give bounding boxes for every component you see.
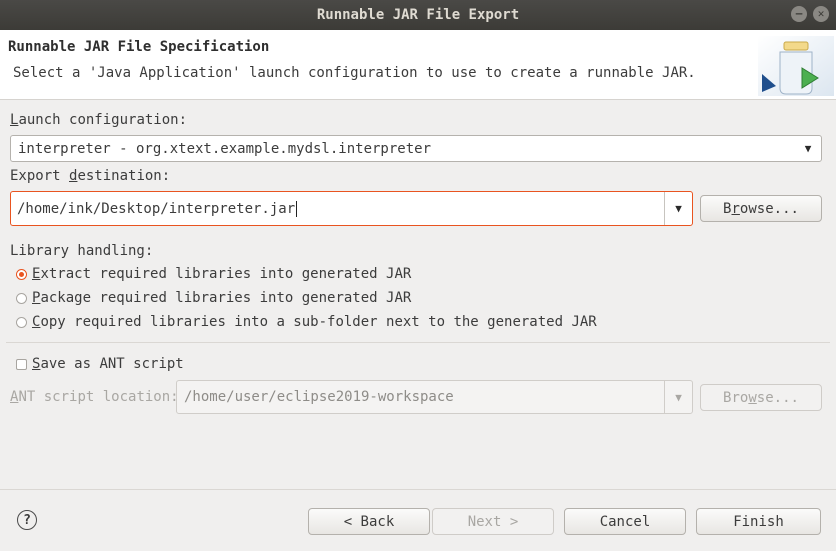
ant-location-combo[interactable]: /home/user/eclipse2019-workspace ▼ [176, 380, 693, 414]
help-icon[interactable]: ? [17, 510, 37, 530]
chevron-down-icon[interactable]: ▼ [664, 381, 692, 413]
chevron-down-icon[interactable]: ▼ [795, 136, 821, 161]
window-title: Runnable JAR File Export [316, 7, 520, 23]
window-titlebar: Runnable JAR File Export – ✕ [0, 0, 836, 30]
chevron-down-icon[interactable]: ▼ [664, 192, 692, 225]
launch-config-label: Launch configuration: [10, 112, 188, 128]
export-browse-button[interactable]: Br owse... [700, 195, 822, 222]
save-ant-script-checkbox-row[interactable]: Save as ANT script [16, 356, 184, 372]
minimize-icon[interactable]: – [791, 6, 807, 22]
wizard-header: Runnable JAR File Specification Select a… [0, 30, 836, 100]
next-button[interactable]: Next > [432, 508, 554, 535]
page-description: Select a 'Java Application' launch confi… [13, 65, 696, 81]
jar-export-banner-icon [758, 36, 834, 96]
launch-config-select[interactable]: interpreter - org.xtext.example.mydsl.in… [10, 135, 822, 162]
ant-location-value: /home/user/eclipse2019-workspace [184, 389, 454, 405]
radio-button[interactable] [16, 292, 27, 304]
export-destination-input[interactable]: /home/ink/Desktop/interpreter.jar [11, 200, 664, 217]
radio-button-selected[interactable] [16, 268, 27, 280]
page-title: Runnable JAR File Specification [8, 39, 270, 55]
radio-button[interactable] [16, 316, 27, 328]
close-icon[interactable]: ✕ [813, 6, 829, 22]
library-handling-label: Library handling: [10, 243, 154, 259]
radio-copy-libraries[interactable]: Copy required libraries into a sub-folde… [16, 314, 597, 330]
cancel-button[interactable]: Cancel [564, 508, 686, 535]
finish-button[interactable]: Finish [696, 508, 821, 535]
footer-separator [0, 489, 836, 490]
ant-location-label: ANT script location: [10, 389, 179, 405]
export-destination-label: Export destination: [10, 168, 171, 184]
export-destination-value: /home/ink/Desktop/interpreter.jar [17, 200, 296, 217]
save-ant-script-checkbox[interactable] [16, 358, 27, 370]
radio-extract-libraries[interactable]: Extract required libraries into generate… [16, 266, 411, 282]
ant-browse-button[interactable]: Bro w se... [700, 384, 822, 411]
export-destination-combo[interactable]: /home/ink/Desktop/interpreter.jar ▼ [10, 191, 693, 226]
back-button[interactable]: < Back [308, 508, 430, 535]
text-caret [296, 200, 298, 217]
radio-package-libraries[interactable]: Package required libraries into generate… [16, 290, 411, 306]
launch-config-value: interpreter - org.xtext.example.mydsl.in… [18, 140, 432, 157]
separator [6, 342, 830, 343]
